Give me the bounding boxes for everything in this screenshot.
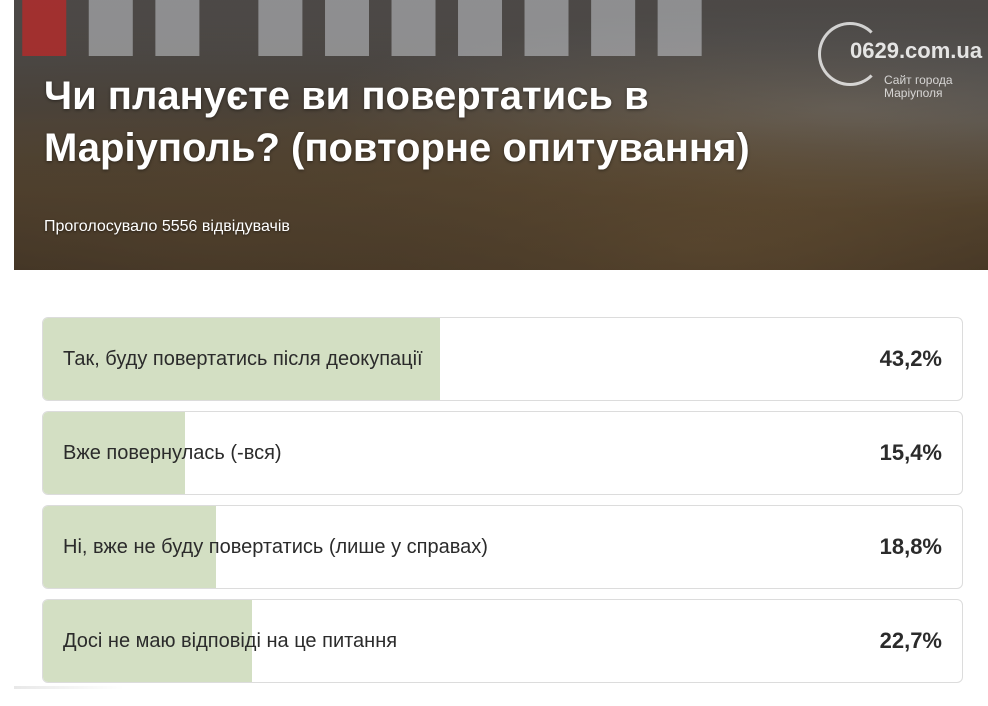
option-label: Так, буду повертатись після деокупації <box>63 348 423 370</box>
site-logo[interactable]: 0629.com.ua Сайт города Маріуполя <box>804 18 988 108</box>
logo-subtitle: Сайт города Маріуполя <box>884 73 953 100</box>
option-percent: 43,2% <box>879 346 942 371</box>
poll-title: Чи плануєте ви повертатись в Маріуполь? … <box>44 74 750 170</box>
poll-header-banner: ▮▮▮ ▮▮▮▮▮▮▮ Чи плануєте ви повертатись в… <box>14 0 988 270</box>
poll-option[interactable]: Так, буду повертатись після деокупації 4… <box>42 317 963 401</box>
divider <box>14 686 124 689</box>
option-label: Вже повернулась (-вся) <box>63 442 282 464</box>
poll-option[interactable]: Ні, вже не буду повертатись (лише у спра… <box>42 505 963 589</box>
option-percent: 18,8% <box>879 534 942 559</box>
option-percent: 15,4% <box>879 440 942 465</box>
logo-domain: 0629.com.ua <box>850 38 983 63</box>
option-label: Ні, вже не буду повертатись (лише у спра… <box>63 536 488 558</box>
votes-count: Проголосувало 5556 відвідувачів <box>44 218 290 235</box>
poll-options: Так, буду повертатись після деокупації 4… <box>42 317 963 693</box>
option-label: Досі не маю відповіді на це питання <box>63 630 398 652</box>
poll-option[interactable]: Досі не маю відповіді на це питання 22,7… <box>42 599 963 683</box>
option-percent: 22,7% <box>879 628 942 653</box>
poll-option[interactable]: Вже повернулась (-вся) 15,4% <box>42 411 963 495</box>
